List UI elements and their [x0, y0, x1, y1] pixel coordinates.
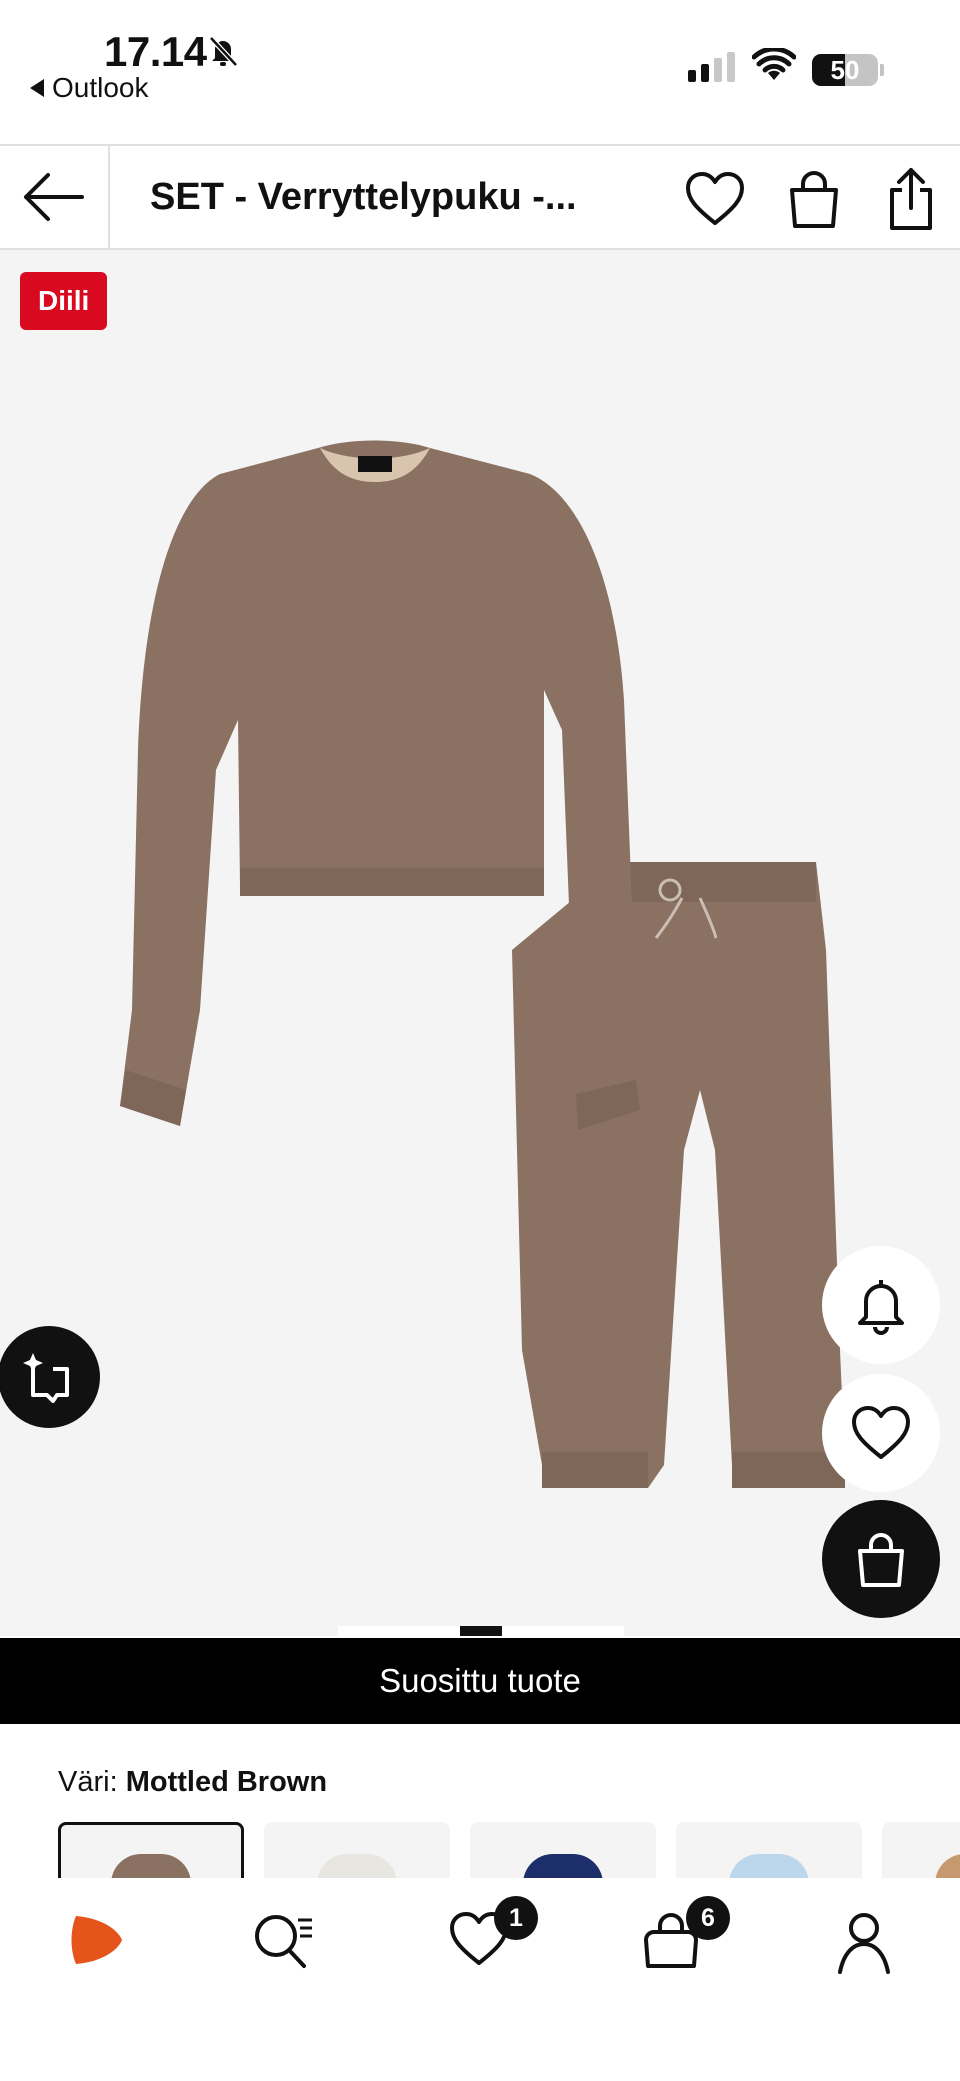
add-to-bag-button[interactable] [822, 1500, 940, 1618]
swatch-thumbnail [111, 1854, 191, 1878]
share-icon[interactable] [886, 166, 936, 232]
color-swatches [58, 1822, 960, 1878]
color-swatch-mottled-brown[interactable] [58, 1822, 244, 1878]
product-header: SET - Verryttelypuku -... [0, 144, 960, 250]
ai-assistant-icon [23, 1353, 69, 1403]
tab-cart[interactable]: 6 [640, 1896, 730, 1972]
selected-color-name: Mottled Brown [125, 1766, 328, 1798]
back-arrow-icon[interactable] [20, 170, 86, 224]
product-image[interactable] [110, 390, 850, 1530]
deal-badge: Diili [20, 272, 108, 330]
signal-icon [688, 52, 735, 82]
color-label: Väri: Mottled Brown [58, 1766, 327, 1799]
search-list-icon [255, 1915, 312, 1968]
swatch-thumbnail [935, 1854, 960, 1878]
color-swatch[interactable] [676, 1822, 862, 1878]
profile-icon [838, 1913, 890, 1974]
tab-search[interactable] [252, 1910, 316, 1972]
tab-wishlist[interactable]: 1 [448, 1896, 538, 1968]
status-bar: 17.14 Outlook 50 [0, 0, 960, 144]
color-swatch[interactable] [882, 1822, 960, 1878]
heart-icon [852, 1406, 910, 1459]
wishlist-button[interactable] [822, 1374, 940, 1492]
status-time: 17.14 [104, 28, 207, 75]
color-label-prefix: Väri: [58, 1766, 118, 1798]
back-app-label: Outlook [52, 72, 149, 103]
cart-count-badge: 6 [686, 1896, 730, 1940]
battery-cap [880, 64, 884, 76]
wifi-icon [752, 48, 796, 82]
gallery-pagination [338, 1626, 624, 1636]
bell-off-icon [206, 34, 240, 68]
battery-level: 50 [830, 55, 860, 85]
ai-assistant-button[interactable] [0, 1326, 100, 1428]
wishlist-count-badge: 1 [494, 1896, 538, 1940]
back-to-app-link[interactable]: Outlook [30, 72, 149, 104]
tab-profile[interactable] [836, 1910, 892, 1974]
bag-icon [858, 1533, 904, 1587]
color-swatch[interactable] [264, 1822, 450, 1878]
product-gallery[interactable]: Diili [0, 250, 960, 1636]
heart-icon[interactable] [684, 170, 746, 228]
zalando-logo-icon [71, 1916, 122, 1964]
bell-icon [858, 1280, 904, 1335]
header-divider [108, 146, 110, 248]
popular-product-banner: Suosittu tuote [0, 1638, 960, 1724]
page-title: SET - Verryttelypuku -... [150, 176, 577, 218]
active-page-indicator [460, 1626, 502, 1636]
bottom-tab-bar: 1 6 [0, 1878, 960, 2081]
swatch-thumbnail [317, 1854, 397, 1878]
bag-icon[interactable] [786, 168, 842, 230]
back-triangle-icon [30, 79, 44, 97]
color-swatch[interactable] [470, 1822, 656, 1878]
swatch-thumbnail [523, 1854, 603, 1878]
tab-home[interactable] [66, 1910, 126, 1970]
swatch-thumbnail [729, 1854, 809, 1878]
battery-icon: 50 [812, 54, 878, 86]
notify-button[interactable] [822, 1246, 940, 1364]
